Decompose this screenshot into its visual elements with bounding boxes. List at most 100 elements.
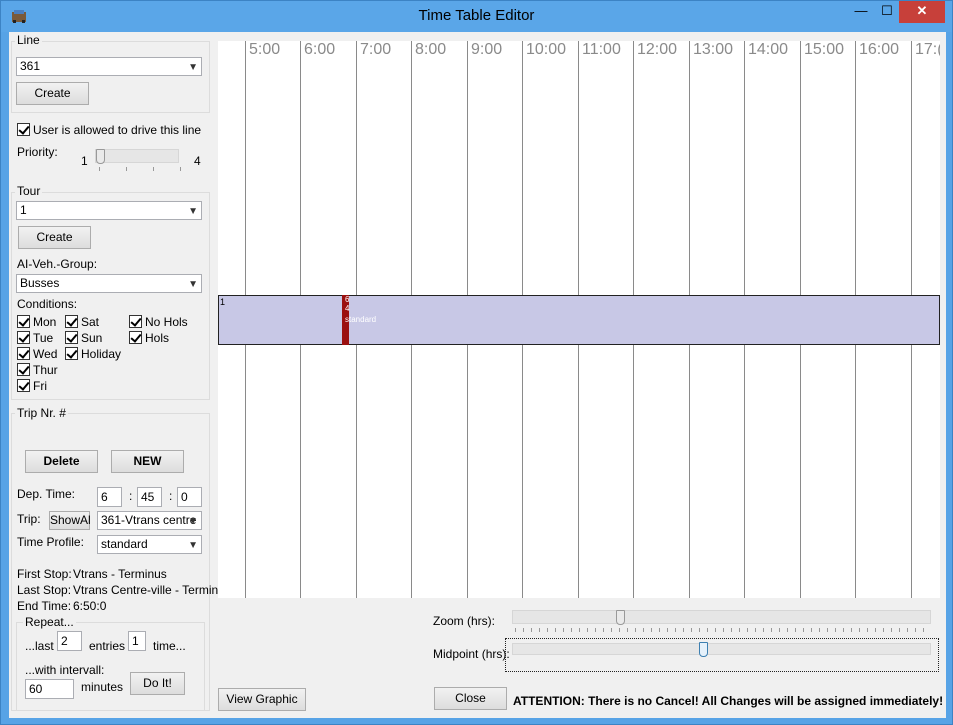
tour-bar[interactable]: 1 6 4 standard — [218, 295, 940, 345]
condition-hols-checkbox[interactable]: Hols — [129, 331, 169, 345]
tour-select[interactable]: 1 ▼ — [16, 201, 202, 220]
new-trip-button[interactable]: NEW — [111, 450, 184, 473]
hour-label: 7:00 — [360, 41, 392, 58]
close-window-button[interactable]: ✕ — [899, 1, 945, 23]
do-it-button[interactable]: Do It! — [130, 672, 185, 695]
condition-label: Sat — [81, 315, 100, 329]
delete-trip-button[interactable]: Delete — [25, 450, 98, 473]
create-line-button[interactable]: Create — [16, 82, 89, 105]
checkbox-check-icon — [129, 331, 142, 344]
priority-ticks — [99, 167, 181, 171]
checkbox-check-icon — [65, 347, 78, 360]
trip-select[interactable]: 361-Vtrans centre ▼ — [97, 511, 202, 530]
dep-hour-input[interactable]: 6 — [97, 487, 122, 507]
show-all-button[interactable]: ShowAl — [49, 511, 91, 530]
attention-message: ATTENTION: There is no Cancel! All Chang… — [513, 694, 944, 708]
checkbox-check-icon — [65, 315, 78, 328]
condition-label: Tue — [33, 331, 54, 345]
condition-mon-checkbox[interactable]: Mon — [17, 315, 56, 329]
create-tour-button[interactable]: Create — [18, 226, 91, 249]
time-profile-value: standard — [101, 537, 148, 551]
priority-min: 1 — [81, 154, 88, 168]
minutes-label: minutes — [81, 680, 124, 694]
time-profile-select[interactable]: standard ▼ — [97, 535, 202, 554]
condition-sat-checkbox[interactable]: Sat — [65, 315, 99, 329]
app-window: Time Table Editor — ☐ ✕ Line 361 ▼ Creat… — [0, 0, 953, 725]
tour-bar-label: 1 — [220, 297, 226, 307]
repeat-times-input[interactable]: 1 — [128, 631, 146, 651]
first-stop-label: First Stop: — [17, 567, 72, 581]
maximize-button[interactable]: ☐ — [873, 1, 901, 23]
chevron-down-icon: ▼ — [188, 516, 198, 527]
hour-label: 15:00 — [804, 41, 845, 58]
timeline-canvas[interactable]: ) 5:00 6:00 7:00 8:00 9:00 10:00 11:00 1… — [218, 41, 940, 598]
checkbox-check-icon — [17, 379, 30, 392]
line-group-label: Line — [15, 33, 42, 47]
priority-slider-thumb[interactable] — [96, 149, 105, 164]
view-graphic-button[interactable]: View Graphic — [218, 688, 306, 711]
condition-label: Holiday — [81, 347, 122, 361]
hour-label: 8:00 — [415, 41, 447, 58]
condition-tue-checkbox[interactable]: Tue — [17, 331, 53, 345]
dep-second-input[interactable]: 0 — [177, 487, 202, 507]
time-colon: : — [169, 489, 173, 503]
checkbox-check-icon — [129, 315, 142, 328]
last-stop-value: Vtrans Centre-ville - Terminus — [73, 583, 231, 597]
zoom-slider[interactable] — [512, 610, 931, 624]
repeat-last-input[interactable]: 2 — [57, 631, 82, 651]
chevron-down-icon: ▼ — [188, 206, 198, 217]
condition-fri-checkbox[interactable]: Fri — [17, 379, 47, 393]
hour-label: 9:00 — [471, 41, 503, 58]
hour-label: 13:00 — [693, 41, 734, 58]
hour-label: 6:00 — [304, 41, 336, 58]
trip-marker-hour: 6 — [345, 295, 350, 304]
repeat-entries-label: entries — [89, 639, 126, 653]
condition-thur-checkbox[interactable]: Thur — [17, 363, 58, 377]
hour-label: 5:00 — [249, 41, 281, 58]
midpoint-slider-thumb[interactable] — [699, 642, 708, 657]
vehicle-group-select[interactable]: Busses ▼ — [16, 274, 202, 293]
checkbox-check-icon — [65, 331, 78, 344]
title-bar[interactable]: Time Table Editor — ☐ ✕ — [1, 1, 952, 32]
chevron-down-icon: ▼ — [188, 279, 198, 290]
midpoint-label: Midpoint (hrs): — [433, 647, 510, 661]
priority-slider[interactable] — [95, 149, 179, 163]
hour-label: 14:00 — [748, 41, 789, 58]
condition-sun-checkbox[interactable]: Sun — [65, 331, 102, 345]
tour-select-value: 1 — [20, 203, 27, 217]
line-select[interactable]: 361 ▼ — [16, 57, 202, 76]
hour-label: 12:00 — [637, 41, 678, 58]
condition-label: Hols — [145, 331, 170, 345]
checkbox-check-icon — [17, 315, 30, 328]
trip-group-label: Trip Nr. # — [15, 406, 68, 420]
allowed-checkbox[interactable]: User is allowed to drive this line — [17, 123, 201, 137]
trip-select-value: 361-Vtrans centre — [101, 513, 197, 527]
time-colon: : — [129, 489, 133, 503]
chevron-down-icon: ▼ — [188, 540, 198, 551]
condition-wed-checkbox[interactable]: Wed — [17, 347, 57, 361]
checkbox-check-icon — [17, 123, 30, 136]
checkbox-check-icon — [17, 363, 30, 376]
tour-group-label: Tour — [15, 184, 43, 198]
trip-marker-minute: 4 — [345, 304, 350, 313]
conditions-label: Conditions: — [17, 297, 78, 311]
first-stop-value: Vtrans - Terminus — [73, 567, 167, 581]
dep-time-label: Dep. Time: — [17, 487, 76, 501]
midpoint-slider[interactable] — [512, 643, 931, 655]
checkbox-check-icon — [17, 331, 30, 344]
priority-label: Priority: — [17, 145, 58, 159]
trip-marker-profile: standard — [345, 315, 377, 324]
repeat-times-label: time... — [153, 639, 186, 653]
dep-minute-input[interactable]: 45 — [137, 487, 162, 507]
close-button[interactable]: Close — [434, 687, 507, 710]
line-select-value: 361 — [20, 59, 41, 73]
zoom-slider-thumb[interactable] — [616, 610, 625, 625]
interval-label: ...with intervall: — [25, 663, 105, 677]
hour-label: 11:00 — [582, 41, 621, 58]
condition-no-hols-checkbox[interactable]: No Hols — [129, 315, 188, 329]
vehicle-group-label: AI-Veh.-Group: — [17, 257, 98, 271]
condition-holiday-checkbox[interactable]: Holiday — [65, 347, 121, 361]
hour-label: 10:00 — [526, 41, 567, 58]
minimize-button[interactable]: — — [847, 1, 875, 23]
interval-input[interactable]: 60 — [25, 679, 74, 699]
